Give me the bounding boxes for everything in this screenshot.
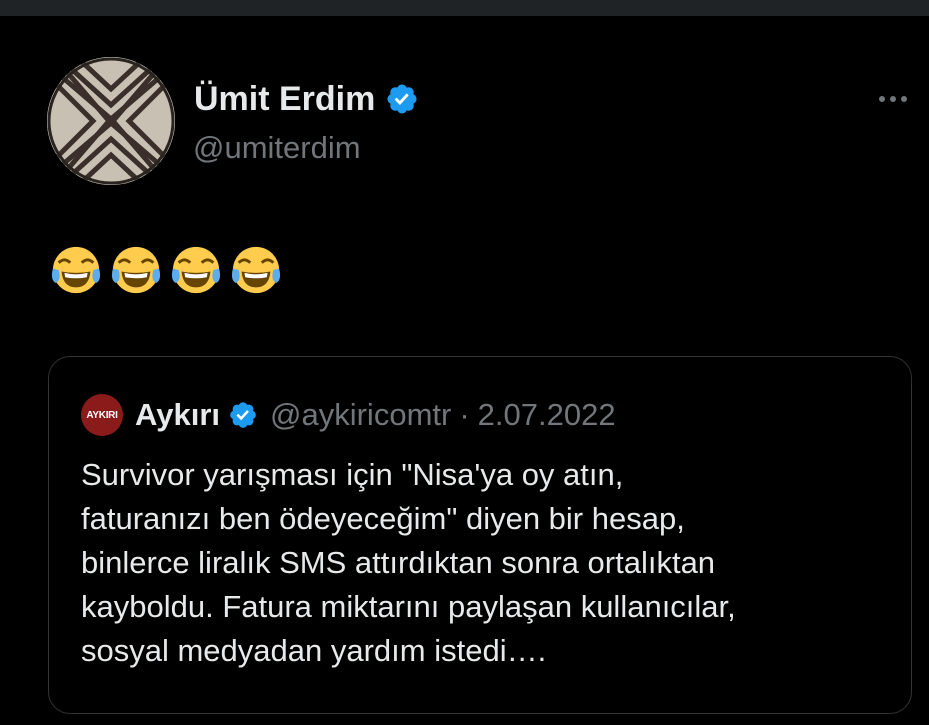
quoted-avatar[interactable]: AYKIRI xyxy=(81,394,123,436)
quoted-tweet-date[interactable]: 2.07.2022 xyxy=(478,397,616,433)
author-name[interactable]: Ümit Erdim xyxy=(194,80,375,118)
tweet-text-emojis xyxy=(50,244,282,296)
quoted-author-name[interactable]: Aykırı xyxy=(135,397,220,433)
avatar[interactable] xyxy=(47,57,175,185)
face-with-tears-of-joy-icon xyxy=(171,246,221,294)
face-with-tears-of-joy-icon xyxy=(111,246,161,294)
author-name-row[interactable]: Ümit Erdim xyxy=(194,80,419,118)
face-with-tears-of-joy-icon xyxy=(51,246,101,294)
quoted-tweet-card[interactable]: AYKIRI Aykırı @aykiricomtr · 2.07.2022 S… xyxy=(48,356,912,714)
more-options-icon[interactable] xyxy=(873,84,913,114)
avatar-pattern-icon xyxy=(47,57,175,185)
quoted-tweet-header: AYKIRI Aykırı @aykiricomtr · 2.07.2022 xyxy=(81,393,616,437)
quoted-tweet-text: Survivor yarışması için "Nisa'ya oy atın… xyxy=(81,457,736,668)
verified-badge-icon xyxy=(387,84,417,114)
top-bar xyxy=(0,0,929,16)
more-dot xyxy=(879,96,885,102)
more-dot xyxy=(890,96,896,102)
author-handle[interactable]: @umiterdim xyxy=(193,130,361,166)
separator-dot: · xyxy=(459,397,470,432)
quoted-avatar-logo-text: AYKIRI xyxy=(86,409,118,421)
more-dot xyxy=(901,96,907,102)
verified-badge-icon xyxy=(230,402,256,428)
quoted-author-handle[interactable]: @aykiricomtr xyxy=(270,397,451,433)
face-with-tears-of-joy-icon xyxy=(231,246,281,294)
